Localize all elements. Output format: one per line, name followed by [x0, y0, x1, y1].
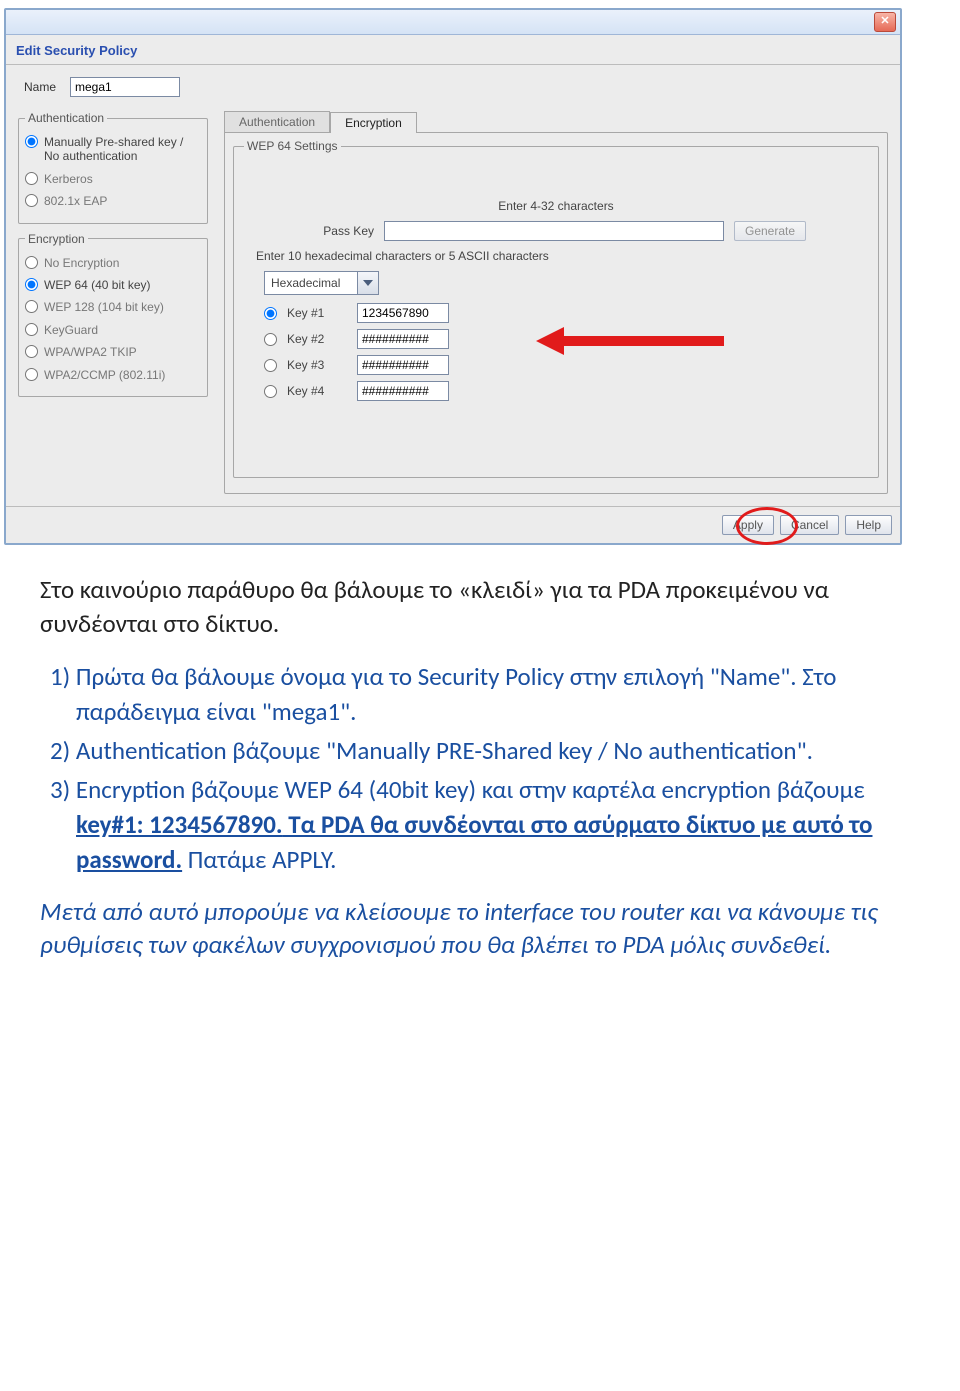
passkey-label: Pass Key — [244, 224, 374, 238]
auth-label-kerberos: Kerberos — [44, 172, 93, 186]
key4-label: Key #4 — [287, 384, 347, 398]
enc-radio-wep64[interactable] — [25, 278, 38, 291]
doc-step-1: 1) Πρώτα θα βάλουμε όνομα για το Securit… — [76, 659, 920, 729]
enc-option-keyguard[interactable]: KeyGuard — [25, 319, 201, 341]
auth-option-manual[interactable]: Manually Pre-shared key / No authenticat… — [25, 131, 201, 168]
tab-bar: Authentication Encryption — [224, 111, 888, 132]
name-label: Name — [24, 80, 56, 94]
enc-option-wpa2[interactable]: WPA2/CCMP (802.11i) — [25, 364, 201, 386]
generate-button[interactable]: Generate — [734, 221, 806, 241]
dialog-footer: Apply Cancel Help — [6, 506, 900, 543]
key3-radio[interactable] — [264, 359, 277, 372]
key4-input[interactable] — [357, 381, 449, 401]
enc-radio-wpa[interactable] — [25, 345, 38, 358]
auth-option-eap[interactable]: 802.1x EAP — [25, 190, 201, 212]
apply-button[interactable]: Apply — [722, 515, 774, 535]
key2-label: Key #2 — [287, 332, 347, 346]
enc-label-wep64: WEP 64 (40 bit key) — [44, 278, 151, 292]
auth-radio-kerberos[interactable] — [25, 172, 38, 185]
key1-radio[interactable] — [264, 307, 277, 320]
enc-fieldset: Encryption No Encryption WEP 64 (40 bit … — [18, 232, 208, 397]
key4-radio[interactable] — [264, 385, 277, 398]
auth-fieldset: Authentication Manually Pre-shared key /… — [18, 111, 208, 224]
enc-option-none[interactable]: No Encryption — [25, 252, 201, 274]
doc-step-3: 3) Encryption βάζουμε WEP 64 (40bit key)… — [76, 772, 920, 877]
auth-radio-manual[interactable] — [25, 135, 38, 148]
chevron-down-icon — [357, 272, 378, 294]
tab-authentication[interactable]: Authentication — [224, 111, 330, 132]
cancel-button[interactable]: Cancel — [780, 515, 839, 535]
wep-settings-fieldset: WEP 64 Settings Enter 4-32 characters Pa… — [233, 139, 879, 478]
help-button[interactable]: Help — [845, 515, 892, 535]
name-input[interactable] — [70, 77, 180, 97]
doc-closing: Μετά από αυτό μπορούμε να κλείσουμε το i… — [40, 895, 920, 963]
doc-step-2: 2) Authentication βάζουμε "Manually PRE-… — [76, 733, 920, 768]
passkey-input[interactable] — [384, 221, 724, 241]
enc-legend: Encryption — [25, 232, 88, 246]
doc-step-3a: 3) Encryption βάζουμε WEP 64 (40bit key)… — [50, 774, 865, 805]
format-select[interactable]: Hexadecimal — [264, 271, 379, 295]
enc-option-wpa[interactable]: WPA/WPA2 TKIP — [25, 341, 201, 363]
key1-input[interactable] — [357, 303, 449, 323]
enc-label-wpa2: WPA2/CCMP (802.11i) — [44, 368, 165, 382]
key2-input[interactable] — [357, 329, 449, 349]
dialog-body: Name Authentication Manually Pre-shared … — [6, 65, 900, 506]
key3-input[interactable] — [357, 355, 449, 375]
key3-label: Key #3 — [287, 358, 347, 372]
tab-encryption[interactable]: Encryption — [330, 112, 417, 133]
title-bar: ✕ — [6, 10, 900, 35]
key2-radio[interactable] — [264, 333, 277, 346]
enc-radio-none[interactable] — [25, 256, 38, 269]
hex-note: Enter 10 hexadecimal characters or 5 ASC… — [244, 249, 549, 263]
encryption-tab-body: WEP 64 Settings Enter 4-32 characters Pa… — [224, 132, 888, 494]
enc-radio-keyguard[interactable] — [25, 323, 38, 336]
key1-label: Key #1 — [287, 306, 347, 320]
format-select-value: Hexadecimal — [265, 272, 357, 294]
enc-label-keyguard: KeyGuard — [44, 323, 98, 337]
enc-option-wep64[interactable]: WEP 64 (40 bit key) — [25, 274, 201, 296]
enc-option-wep128[interactable]: WEP 128 (104 bit key) — [25, 296, 201, 318]
enc-radio-wpa2[interactable] — [25, 368, 38, 381]
auth-radio-eap[interactable] — [25, 194, 38, 207]
doc-step-3d: Πατάμε APPLY. — [182, 844, 336, 875]
enc-label-wep128: WEP 128 (104 bit key) — [44, 300, 164, 314]
dialog-title: Edit Security Policy — [6, 35, 900, 65]
auth-legend: Authentication — [25, 111, 107, 125]
enc-label-wpa: WPA/WPA2 TKIP — [44, 345, 137, 359]
enc-label-none: No Encryption — [44, 256, 119, 270]
wep-legend: WEP 64 Settings — [244, 139, 341, 153]
auth-label-eap: 802.1x EAP — [44, 194, 107, 208]
doc-step-3b: key#1: 1234567890. — [76, 809, 283, 840]
doc-intro: Στο καινούριο παράθυρο θα βάλουμε το «κλ… — [40, 573, 920, 641]
document-body: Στο καινούριο παράθυρο θα βάλουμε το «κλ… — [0, 545, 960, 1010]
close-icon[interactable]: ✕ — [874, 12, 896, 32]
auth-label-manual: Manually Pre-shared key / No authenticat… — [44, 135, 201, 164]
dialog-window: ✕ Edit Security Policy Name Authenticati… — [4, 8, 902, 545]
auth-option-kerberos[interactable]: Kerberos — [25, 168, 201, 190]
enc-radio-wep128[interactable] — [25, 300, 38, 313]
enter-chars-label: Enter 4-32 characters — [244, 199, 868, 213]
